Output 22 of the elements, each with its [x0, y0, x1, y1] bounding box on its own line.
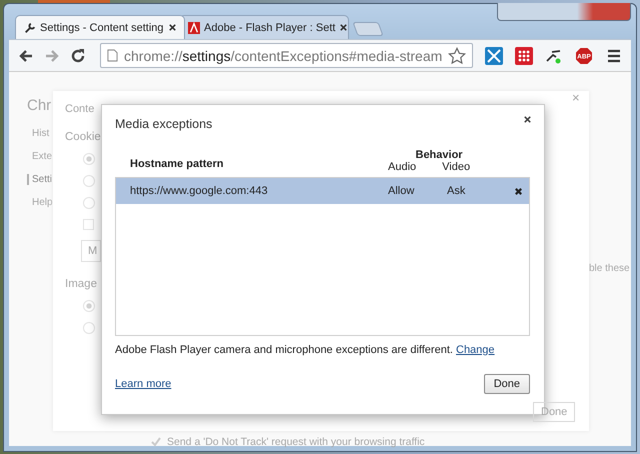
section-heading: Cookie — [65, 131, 101, 143]
checkbox-label: Send a 'Do Not Track' request with your browsing traffic — [167, 436, 425, 448]
dialog-title: Media exceptions — [115, 116, 212, 131]
section-heading: Image — [65, 278, 97, 290]
settings-title: Conte — [65, 103, 94, 115]
table-cell-text: Ask — [447, 185, 466, 197]
description-text: ble these — [589, 263, 630, 274]
column-header: Video — [442, 161, 470, 173]
list-row[interactable]: https://www.google.com:443 Allow Ask — [116, 178, 529, 204]
info-text: Adobe Flash Player camera and microphone exceptions are different. Change — [115, 344, 496, 356]
address-bar[interactable]: chrome://settings/contentExceptions#media-stream — [100, 43, 474, 68]
column-header: Audio — [388, 161, 416, 173]
column-header: Behavior — [414, 149, 463, 161]
column-header: Hostname pattern — [130, 157, 225, 172]
browser-tab[interactable]: Settings - Content setting — [15, 15, 185, 39]
url-text: chrome://settings/contentExceptions#media-stream — [124, 48, 442, 64]
learn-more-link[interactable]: Learn more — [115, 378, 172, 390]
table-cell-text: https://www.google.com:443 — [130, 185, 269, 197]
done-button[interactable]: Done — [484, 374, 530, 394]
page-title: Chr — [27, 97, 52, 114]
change-link[interactable]: Change — [456, 344, 495, 356]
table-cell-text: Allow — [388, 185, 416, 197]
